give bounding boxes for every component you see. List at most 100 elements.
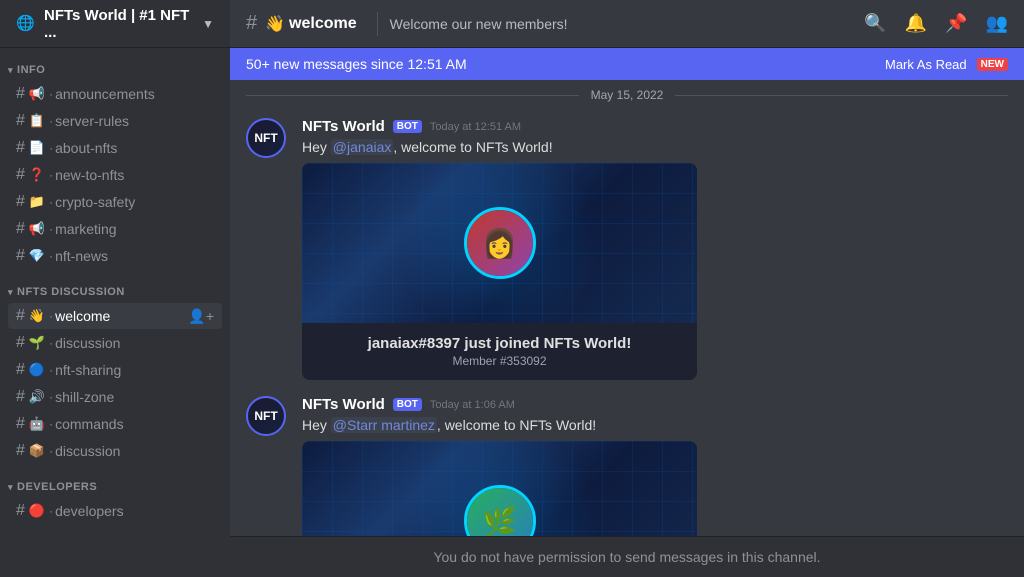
server-icon: 🌐 [16, 14, 36, 34]
card-avatar-container: 🌿 [464, 485, 536, 536]
channel-label: crypto-safety [55, 194, 135, 210]
channel-bullet: · [49, 309, 53, 323]
channel-emoji: 💎 [29, 248, 45, 264]
message-group: NFT NFTs World BOT Today at 1:06 AM Hey … [230, 388, 1024, 536]
sidebar-item-server-rules[interactable]: #📋· server-rules [8, 108, 222, 134]
message-author: NFTs World [302, 118, 385, 135]
channel-emoji: 📁 [29, 194, 45, 210]
sidebar-item-shill-zone[interactable]: #🔊· shill-zone [8, 384, 222, 410]
channel-label: nft-news [55, 248, 108, 264]
permission-text: You do not have permission to send messa… [433, 549, 820, 565]
category-info[interactable]: ▾INFO [0, 48, 230, 80]
channel-bullet: · [49, 417, 53, 431]
sidebar-item-discussion[interactable]: #🌱· discussion [8, 330, 222, 356]
category-nfts-discussion[interactable]: ▾NFTS DISCUSSION [0, 270, 230, 302]
sidebar-item-developers[interactable]: #🔴· developers [8, 498, 222, 524]
sidebar-item-welcome[interactable]: #👋· welcome👤+ [8, 303, 222, 329]
channel-bullet: · [49, 114, 53, 128]
permission-notice: You do not have permission to send messa… [230, 536, 1024, 577]
channel-bullet: · [49, 390, 53, 404]
search-icon[interactable]: 🔍 [864, 13, 886, 34]
server-header[interactable]: 🌐 NFTs World | #1 NFT ... ▼ [0, 0, 230, 48]
category-developers[interactable]: ▾DEVELOPERS [0, 465, 230, 497]
channel-hash-icon: # [16, 334, 25, 352]
channel-header-topic: Welcome our new members! [390, 16, 568, 32]
category-chevron-icon: ▾ [8, 65, 13, 76]
channel-emoji: 📦 [29, 443, 45, 459]
sidebar-item-discussion2[interactable]: #📦· discussion [8, 438, 222, 464]
channel-hash-icon: # [16, 502, 25, 520]
welcome-card: 👩 janaiax#8397 just joined NFTs World! M… [302, 163, 697, 380]
sidebar-item-crypto-safety[interactable]: #📁· crypto-safety [8, 189, 222, 215]
date-divider-text: May 15, 2022 [579, 88, 676, 102]
messages-container: NFT NFTs World BOT Today at 12:51 AM Hey… [230, 110, 1024, 536]
pin-icon[interactable]: 📌 [945, 13, 967, 34]
welcome-card-text: janaiax#8397 just joined NFTs World! Mem… [302, 323, 697, 380]
sidebar-item-new-to-nfts[interactable]: #❓· new-to-nfts [8, 162, 222, 188]
message-text: Hey @janaiax, welcome to NFTs World! [302, 139, 1008, 155]
server-dropdown-icon: ▼ [202, 17, 214, 31]
channel-hash-icon: # [16, 85, 25, 103]
channel-emoji: 📋 [29, 113, 45, 129]
header-divider [377, 12, 378, 36]
channel-bullet: · [49, 249, 53, 263]
sidebar-item-commands[interactable]: #🤖· commands [8, 411, 222, 437]
date-divider-line-right [675, 95, 1008, 96]
message-timestamp: Today at 1:06 AM [430, 399, 515, 411]
channel-hash-icon: # [16, 247, 25, 265]
card-avatar-image: 🌿 [467, 488, 533, 536]
channel-hash-icon: # [16, 415, 25, 433]
sidebar-item-nft-news[interactable]: #💎 · nft-news [8, 243, 222, 269]
sidebar-item-announcements[interactable]: #📢· announcements [8, 81, 222, 107]
channel-header-hash-icon: # [246, 12, 257, 35]
channel-bullet: · [49, 222, 53, 236]
channel-emoji: 🔴 [29, 503, 45, 519]
category-label: NFTS DISCUSSION [17, 286, 125, 298]
channel-emoji: 📢 [29, 86, 45, 102]
channel-label: discussion [55, 443, 120, 459]
card-avatar: 🌿 [464, 485, 536, 536]
channel-emoji: 🤖 [29, 416, 45, 432]
mark-as-read-button[interactable]: Mark As Read NEW [885, 57, 1008, 72]
header-icons: 🔍 🔔 📌 👥 [864, 13, 1008, 34]
sidebar: 🌐 NFTs World | #1 NFT ... ▼ ▾INFO#📢· ann… [0, 0, 230, 577]
category-chevron-icon: ▾ [8, 482, 13, 493]
channel-bullet: · [49, 87, 53, 101]
card-avatar-image: 👩 [467, 210, 533, 276]
channel-hash-icon: # [16, 307, 25, 325]
message-content: NFTs World BOT Today at 1:06 AM Hey @Sta… [302, 396, 1008, 536]
date-divider: May 15, 2022 [230, 80, 1024, 110]
members-icon[interactable]: 👥 [986, 13, 1008, 34]
channel-label: server-rules [55, 113, 129, 129]
channel-label: nft-sharing [55, 362, 121, 378]
mark-as-read-label: Mark As Read [885, 57, 967, 72]
new-messages-banner: 50+ new messages since 12:51 AM Mark As … [230, 48, 1024, 80]
channel-hash-icon: # [16, 166, 25, 184]
message-text: Hey @Starr martinez, welcome to NFTs Wor… [302, 417, 1008, 433]
channel-bullet: · [49, 504, 53, 518]
channel-hash-icon: # [16, 388, 25, 406]
notification-bell-icon[interactable]: 🔔 [905, 13, 927, 34]
server-name: NFTs World | #1 NFT ... [44, 7, 202, 41]
sidebar-item-about-nfts[interactable]: #📄· about-nfts [8, 135, 222, 161]
new-messages-text: 50+ new messages since 12:51 AM [246, 56, 467, 72]
channel-header-emoji: 👋 [265, 14, 285, 34]
channel-label: welcome [55, 308, 110, 324]
channel-bullet: · [49, 141, 53, 155]
channel-header: # 👋 welcome Welcome our new members! 🔍 🔔… [230, 0, 1024, 48]
message-header: NFTs World BOT Today at 12:51 AM [302, 118, 1008, 135]
message-author: NFTs World [302, 396, 385, 413]
sidebar-item-marketing[interactable]: #📢· marketing [8, 216, 222, 242]
bot-avatar: NFT [246, 118, 286, 158]
mention: @janaiax [331, 139, 394, 155]
add-member-icon[interactable]: 👤+ [188, 308, 214, 325]
channel-emoji: ❓ [29, 167, 45, 183]
welcome-card-image: 👩 [302, 163, 697, 323]
channel-hash-icon: # [16, 442, 25, 460]
sidebar-item-nft-sharing[interactable]: #🔵· nft-sharing [8, 357, 222, 383]
main-content: # 👋 welcome Welcome our new members! 🔍 🔔… [230, 0, 1024, 577]
channel-header-name: welcome [289, 15, 357, 33]
bot-badge: BOT [393, 398, 422, 411]
welcome-card-subtitle: Member #353092 [318, 354, 681, 368]
channel-hash-icon: # [16, 361, 25, 379]
